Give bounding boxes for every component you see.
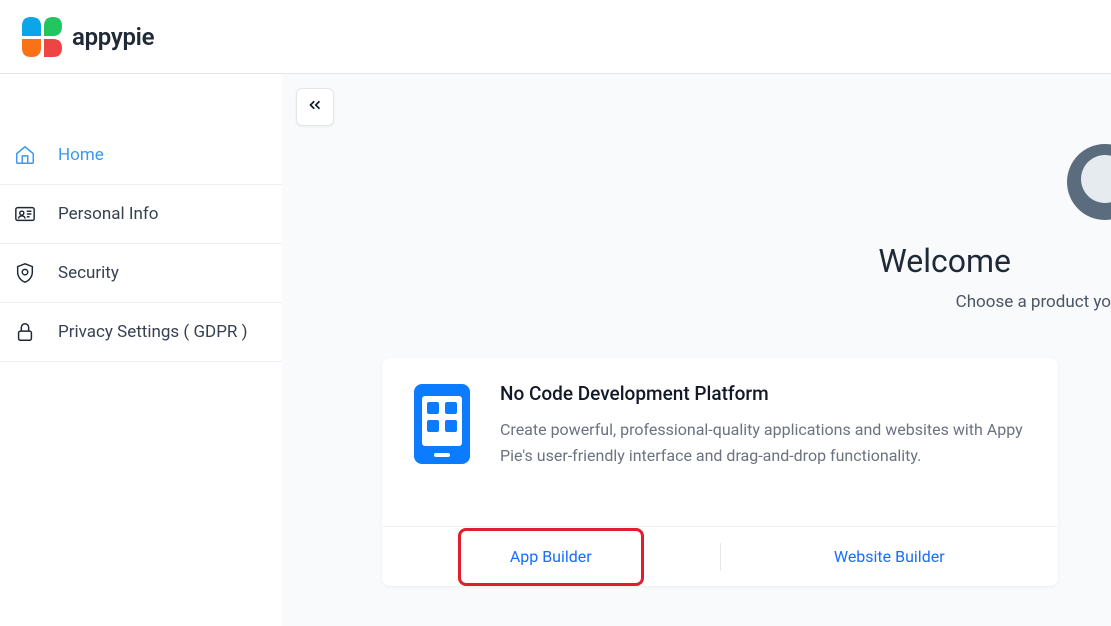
product-card-description: Create powerful, professional-quality ap…	[500, 417, 1030, 470]
main: Home Personal Info	[0, 74, 1111, 626]
welcome-title: Welcome	[711, 242, 1111, 280]
product-card-footer: App Builder Website Builder	[382, 526, 1058, 586]
website-builder-button[interactable]: Website Builder	[721, 527, 1059, 586]
product-card: No Code Development Platform Create powe…	[382, 358, 1058, 586]
welcome-block: Welcome Choose a product yo	[711, 242, 1111, 312]
mobile-app-icon	[412, 382, 472, 470]
chevrons-left-icon	[306, 96, 324, 118]
sidebar-item-label: Home	[58, 145, 104, 165]
sidebar-item-label: Security	[58, 263, 119, 283]
brand-logo[interactable]: appypie	[18, 13, 154, 61]
content-area: Welcome Choose a product yo	[282, 74, 1111, 626]
sidebar-item-personal-info[interactable]: Personal Info	[0, 185, 282, 244]
sidebar-item-security[interactable]: Security	[0, 244, 282, 303]
product-card-title: No Code Development Platform	[500, 382, 1030, 405]
brand-logo-icon	[18, 13, 66, 61]
sidebar-item-label: Privacy Settings ( GDPR )	[58, 322, 248, 342]
shield-icon	[14, 262, 36, 284]
avatar[interactable]	[1067, 144, 1111, 220]
button-label: App Builder	[510, 547, 592, 566]
sidebar-item-label: Personal Info	[58, 204, 158, 224]
sidebar-item-home[interactable]: Home	[0, 126, 282, 185]
app-builder-button[interactable]: App Builder	[382, 527, 720, 586]
header: appypie	[0, 0, 1111, 74]
avatar-placeholder-icon	[1081, 155, 1111, 203]
sidebar-collapse-button[interactable]	[296, 88, 334, 126]
lock-icon	[14, 321, 36, 343]
sidebar: Home Personal Info	[0, 74, 282, 626]
button-label: Website Builder	[834, 547, 945, 566]
welcome-subtitle: Choose a product yo	[711, 292, 1111, 312]
home-icon	[14, 144, 36, 166]
id-card-icon	[14, 203, 36, 225]
sidebar-item-privacy[interactable]: Privacy Settings ( GDPR )	[0, 303, 282, 362]
product-card-text: No Code Development Platform Create powe…	[500, 382, 1030, 470]
product-card-body: No Code Development Platform Create powe…	[382, 358, 1058, 526]
brand-name: appypie	[72, 23, 154, 51]
